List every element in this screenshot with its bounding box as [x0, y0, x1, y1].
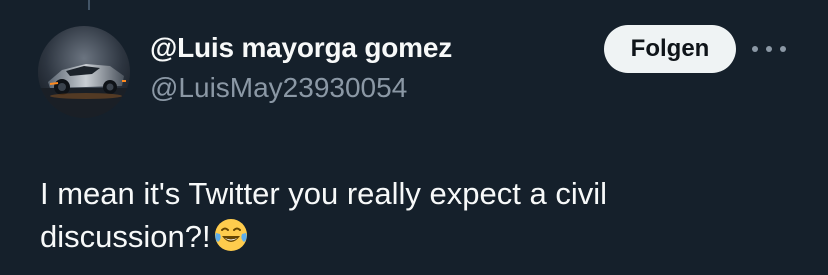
thread-connector-line — [88, 0, 90, 10]
tweet-text-fragment: discussion?! — [40, 219, 211, 254]
tears-of-joy-emoji-icon — [214, 219, 247, 251]
more-options-icon[interactable] — [752, 34, 786, 64]
tweet-text-line: discussion?! — [40, 215, 780, 258]
avatar[interactable] — [38, 26, 130, 118]
more-dot — [780, 46, 786, 52]
car-avatar-icon — [38, 26, 130, 118]
author-display-name[interactable]: @Luis mayorga gomez — [150, 32, 452, 64]
more-dot — [752, 46, 758, 52]
follow-button[interactable]: Folgen — [604, 25, 736, 73]
more-dot — [766, 46, 772, 52]
tweet-text: I mean it's Twitter you really expect a … — [40, 172, 780, 258]
tweet-text-line: I mean it's Twitter you really expect a … — [40, 176, 608, 211]
author-handle[interactable]: @LuisMay23930054 — [150, 72, 407, 104]
